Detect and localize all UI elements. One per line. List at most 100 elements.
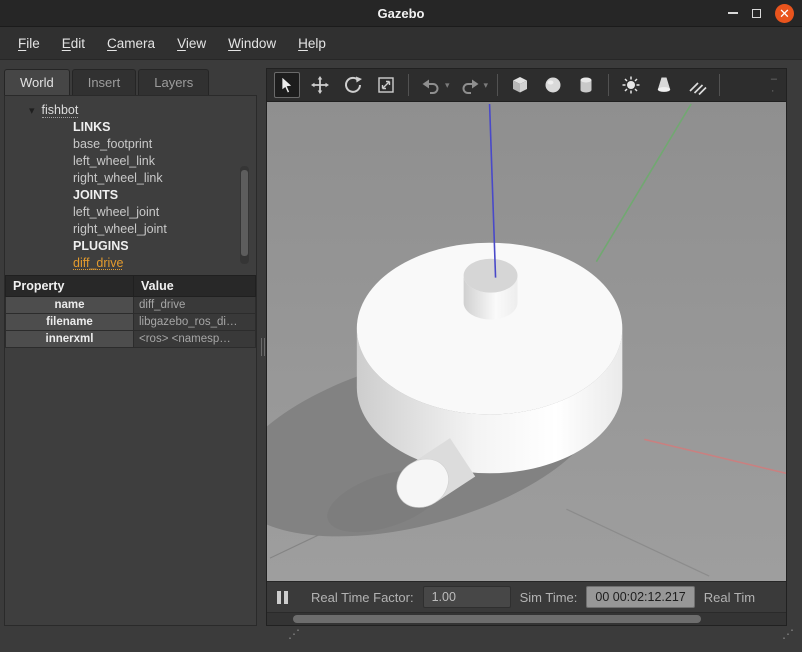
panel-empty-area bbox=[5, 348, 256, 625]
menu-help-mnemonic: H bbox=[298, 36, 308, 51]
tab-insert[interactable]: Insert bbox=[72, 69, 137, 95]
spot-light-button[interactable] bbox=[651, 72, 677, 98]
scale-icon bbox=[376, 75, 396, 95]
tab-world[interactable]: World bbox=[4, 69, 70, 95]
resize-grip-icon[interactable]: ⋰ bbox=[288, 628, 300, 640]
tree-root-label: fishbot bbox=[42, 103, 79, 118]
tree-scrollbar-thumb[interactable] bbox=[241, 170, 248, 256]
redo-icon bbox=[460, 75, 480, 95]
maximize-button[interactable] bbox=[752, 9, 761, 18]
pause-button[interactable] bbox=[277, 591, 288, 604]
menu-window-label: indow bbox=[241, 36, 276, 51]
table-row-innerxml[interactable]: innerxml <ros> <namesp… bbox=[6, 331, 256, 348]
add-cylinder-button[interactable] bbox=[573, 72, 599, 98]
horizontal-scrollbar[interactable] bbox=[267, 612, 786, 625]
splitter-grip-icon bbox=[261, 338, 262, 356]
window-title: Gazebo bbox=[378, 6, 425, 21]
sphere-icon bbox=[543, 75, 563, 95]
caster-top-face bbox=[464, 259, 518, 293]
add-box-button[interactable] bbox=[507, 72, 533, 98]
redo-dropdown-icon[interactable]: ▾ bbox=[484, 80, 489, 91]
menu-help[interactable]: Help bbox=[288, 31, 336, 56]
table-row-filename[interactable]: filename libgazebo_ros_di… bbox=[6, 314, 256, 331]
add-sphere-button[interactable] bbox=[540, 72, 566, 98]
menu-edit-mnemonic: E bbox=[62, 36, 71, 51]
gazebo-window: Gazebo ✕ File Edit Camera View Window He… bbox=[0, 0, 802, 648]
tree-section-links[interactable]: LINKS bbox=[73, 119, 256, 136]
panel-splitter[interactable] bbox=[257, 68, 266, 626]
scale-tool-button[interactable] bbox=[373, 72, 399, 98]
translate-tool-button[interactable] bbox=[307, 72, 333, 98]
render-scene[interactable] bbox=[267, 102, 786, 581]
property-name-cell: name bbox=[6, 297, 134, 314]
model-tree: ▾ fishbot LINKS base_footprint left_whee… bbox=[5, 96, 256, 275]
tree-item-left-wheel-link[interactable]: left_wheel_link bbox=[73, 153, 256, 170]
directional-light-icon bbox=[687, 75, 707, 95]
menu-file[interactable]: File bbox=[8, 31, 50, 56]
menu-view[interactable]: View bbox=[167, 31, 216, 56]
menu-help-label: elp bbox=[308, 36, 326, 51]
menu-camera[interactable]: Camera bbox=[97, 31, 165, 56]
resize-grip-icon[interactable]: ⋰ bbox=[782, 628, 794, 640]
menubar: File Edit Camera View Window Help bbox=[0, 27, 802, 60]
tree-item-base-footprint[interactable]: base_footprint bbox=[73, 136, 256, 153]
property-filename-cell: filename bbox=[6, 314, 134, 331]
left-panel: World Insert Layers ▾ fishbot LINKS base… bbox=[4, 68, 257, 626]
point-light-button[interactable] bbox=[618, 72, 644, 98]
tree-item-fishbot[interactable]: ▾ fishbot bbox=[5, 102, 256, 119]
select-arrow-icon bbox=[277, 75, 297, 95]
property-name-value: diff_drive bbox=[134, 297, 256, 314]
window-controls: ✕ bbox=[728, 0, 794, 26]
tree-item-right-wheel-link[interactable]: right_wheel_link bbox=[73, 170, 256, 187]
undo-icon bbox=[421, 75, 441, 95]
collapse-arrow-icon[interactable]: ▾ bbox=[29, 104, 35, 117]
maximize-icon bbox=[752, 9, 761, 18]
real-time-factor-label: Real Time Factor: bbox=[311, 590, 414, 605]
sim-time-label: Sim Time: bbox=[520, 590, 578, 605]
menu-file-mnemonic: F bbox=[18, 36, 26, 51]
redo-button[interactable] bbox=[457, 72, 483, 98]
menu-edit[interactable]: Edit bbox=[52, 31, 95, 56]
table-row-name[interactable]: name diff_drive bbox=[6, 297, 256, 314]
value-column-header: Value bbox=[134, 276, 256, 297]
directional-light-button[interactable] bbox=[684, 72, 710, 98]
toolbar-overflow-icon[interactable]: –· bbox=[771, 73, 779, 97]
tree-section-joints[interactable]: JOINTS bbox=[73, 187, 256, 204]
undo-dropdown-icon[interactable]: ▾ bbox=[445, 80, 450, 91]
select-tool-button[interactable] bbox=[274, 72, 300, 98]
3d-scene-svg bbox=[267, 102, 786, 581]
box-icon bbox=[510, 75, 530, 95]
real-time-factor-field[interactable]: 1.00 bbox=[423, 586, 511, 608]
minimize-icon bbox=[728, 12, 738, 14]
rotate-tool-button[interactable] bbox=[340, 72, 366, 98]
toolbar-separator bbox=[719, 74, 720, 96]
toolbar-separator bbox=[408, 74, 409, 96]
tree-scrollbar[interactable] bbox=[240, 166, 249, 264]
panel-tabs: World Insert Layers bbox=[4, 68, 257, 95]
menu-camera-label: amera bbox=[117, 36, 155, 51]
toolbar-separator bbox=[608, 74, 609, 96]
property-table-header: Property Value bbox=[6, 276, 256, 297]
sim-statusbar: Real Time Factor: 1.00 Sim Time: 00 00:0… bbox=[267, 581, 786, 612]
menu-window-mnemonic: W bbox=[228, 36, 241, 51]
minimize-button[interactable] bbox=[728, 12, 738, 14]
menu-camera-mnemonic: C bbox=[107, 36, 117, 51]
menu-window[interactable]: Window bbox=[218, 31, 286, 56]
close-button[interactable]: ✕ bbox=[775, 4, 794, 23]
tree-item-right-wheel-joint[interactable]: right_wheel_joint bbox=[73, 221, 256, 238]
horizontal-scrollbar-thumb[interactable] bbox=[293, 615, 701, 623]
undo-button[interactable] bbox=[418, 72, 444, 98]
cylinder-icon bbox=[576, 75, 596, 95]
tab-layers[interactable]: Layers bbox=[138, 69, 209, 95]
viewport: ▾ ▾ bbox=[266, 68, 787, 626]
tree-item-left-wheel-joint[interactable]: left_wheel_joint bbox=[73, 204, 256, 221]
main-content: World Insert Layers ▾ fishbot LINKS base… bbox=[0, 60, 802, 652]
tree-item-diff-drive[interactable]: diff_drive bbox=[73, 255, 256, 272]
titlebar: Gazebo ✕ bbox=[0, 0, 802, 27]
rotate-icon bbox=[343, 75, 363, 95]
property-filename-value: libgazebo_ros_di… bbox=[134, 314, 256, 331]
tree-section-plugins[interactable]: PLUGINS bbox=[73, 238, 256, 255]
point-light-icon bbox=[621, 75, 641, 95]
sim-time-field[interactable]: 00 00:02:12.217 bbox=[586, 586, 694, 608]
translate-icon bbox=[310, 75, 330, 95]
